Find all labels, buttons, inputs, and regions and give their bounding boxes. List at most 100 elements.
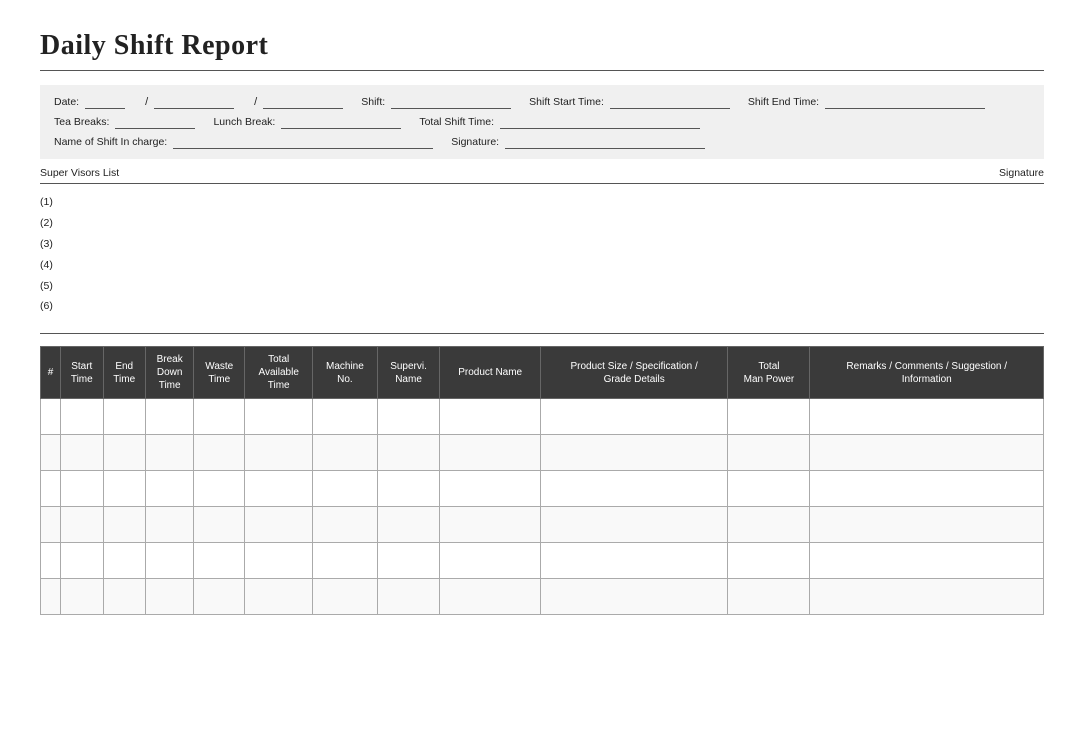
cell-product-size[interactable] xyxy=(540,579,728,615)
lunch-break-label: Lunch Break: xyxy=(213,116,275,128)
cell-machine-no[interactable] xyxy=(313,435,377,471)
info-row-2: Tea Breaks: Lunch Break: Total Shift Tim… xyxy=(54,115,1030,129)
cell-remarks[interactable] xyxy=(810,399,1044,435)
col-supervi-name: Supervi.Name xyxy=(377,347,440,399)
cell-num[interactable] xyxy=(41,507,61,543)
cell-total-man-power[interactable] xyxy=(728,435,810,471)
cell-machine-no[interactable] xyxy=(313,579,377,615)
cell-breakdown-time[interactable] xyxy=(145,507,193,543)
cell-product-size[interactable] xyxy=(540,471,728,507)
cell-total-available-time[interactable] xyxy=(245,471,313,507)
cell-start-time[interactable] xyxy=(61,507,103,543)
tea-breaks-field[interactable] xyxy=(115,115,195,129)
cell-machine-no[interactable] xyxy=(313,543,377,579)
cell-product-name[interactable] xyxy=(440,543,540,579)
cell-end-time[interactable] xyxy=(103,471,145,507)
cell-total-man-power[interactable] xyxy=(728,399,810,435)
cell-total-available-time[interactable] xyxy=(245,399,313,435)
cell-end-time[interactable] xyxy=(103,435,145,471)
info-row-1: Date: / / Shift: Shift Start Time: Shift… xyxy=(54,95,1030,109)
cell-waste-time[interactable] xyxy=(194,435,245,471)
cell-breakdown-time[interactable] xyxy=(145,399,193,435)
cell-supervi-name[interactable] xyxy=(377,507,440,543)
cell-product-name[interactable] xyxy=(440,579,540,615)
cell-total-available-time[interactable] xyxy=(245,579,313,615)
date-field-year[interactable] xyxy=(263,95,343,109)
cell-supervi-name[interactable] xyxy=(377,435,440,471)
cell-total-available-time[interactable] xyxy=(245,543,313,579)
cell-product-size[interactable] xyxy=(540,435,728,471)
cell-product-name[interactable] xyxy=(440,399,540,435)
cell-num[interactable] xyxy=(41,471,61,507)
cell-total-available-time[interactable] xyxy=(245,435,313,471)
total-shift-field[interactable] xyxy=(500,115,700,129)
cell-machine-no[interactable] xyxy=(313,471,377,507)
info-section: Date: / / Shift: Shift Start Time: Shift… xyxy=(40,85,1044,159)
cell-breakdown-time[interactable] xyxy=(145,435,193,471)
cell-product-name[interactable] xyxy=(440,507,540,543)
cell-remarks[interactable] xyxy=(810,543,1044,579)
supervisor-item-4: (4) xyxy=(40,255,1044,276)
lunch-break-field[interactable] xyxy=(281,115,401,129)
cell-product-name[interactable] xyxy=(440,435,540,471)
supervisors-header: Super Visors List Signature xyxy=(40,163,1044,184)
shift-field[interactable] xyxy=(391,95,511,109)
cell-machine-no[interactable] xyxy=(313,399,377,435)
cell-start-time[interactable] xyxy=(61,579,103,615)
date-field-month[interactable] xyxy=(154,95,234,109)
cell-waste-time[interactable] xyxy=(194,543,245,579)
cell-remarks[interactable] xyxy=(810,507,1044,543)
cell-num[interactable] xyxy=(41,435,61,471)
col-product-size: Product Size / Specification /Grade Deta… xyxy=(540,347,728,399)
table-row xyxy=(41,435,1044,471)
cell-start-time[interactable] xyxy=(61,435,103,471)
cell-remarks[interactable] xyxy=(810,435,1044,471)
cell-waste-time[interactable] xyxy=(194,579,245,615)
date-field-day[interactable] xyxy=(85,95,125,109)
cell-total-man-power[interactable] xyxy=(728,579,810,615)
cell-supervi-name[interactable] xyxy=(377,543,440,579)
cell-supervi-name[interactable] xyxy=(377,471,440,507)
cell-end-time[interactable] xyxy=(103,579,145,615)
cell-waste-time[interactable] xyxy=(194,471,245,507)
shift-end-field[interactable] xyxy=(825,95,985,109)
supervisor-item-5: (5) xyxy=(40,276,1044,297)
date-sep-1: / xyxy=(145,96,148,108)
cell-start-time[interactable] xyxy=(61,471,103,507)
cell-end-time[interactable] xyxy=(103,399,145,435)
cell-supervi-name[interactable] xyxy=(377,399,440,435)
name-field[interactable] xyxy=(173,135,433,149)
cell-breakdown-time[interactable] xyxy=(145,471,193,507)
table-row xyxy=(41,471,1044,507)
cell-breakdown-time[interactable] xyxy=(145,579,193,615)
cell-product-size[interactable] xyxy=(540,399,728,435)
cell-product-size[interactable] xyxy=(540,543,728,579)
cell-product-name[interactable] xyxy=(440,471,540,507)
cell-total-available-time[interactable] xyxy=(245,507,313,543)
cell-waste-time[interactable] xyxy=(194,507,245,543)
cell-total-man-power[interactable] xyxy=(728,543,810,579)
cell-machine-no[interactable] xyxy=(313,507,377,543)
cell-start-time[interactable] xyxy=(61,543,103,579)
cell-waste-time[interactable] xyxy=(194,399,245,435)
cell-remarks[interactable] xyxy=(810,471,1044,507)
cell-breakdown-time[interactable] xyxy=(145,543,193,579)
cell-remarks[interactable] xyxy=(810,579,1044,615)
cell-num[interactable] xyxy=(41,579,61,615)
shift-label: Shift: xyxy=(361,96,385,108)
cell-total-man-power[interactable] xyxy=(728,471,810,507)
page-title: Daily Shift Report xyxy=(40,30,1044,62)
col-total-man-power: TotalMan Power xyxy=(728,347,810,399)
cell-end-time[interactable] xyxy=(103,507,145,543)
cell-product-size[interactable] xyxy=(540,507,728,543)
tea-breaks-label: Tea Breaks: xyxy=(54,116,109,128)
cell-num[interactable] xyxy=(41,399,61,435)
cell-supervi-name[interactable] xyxy=(377,579,440,615)
shift-start-field[interactable] xyxy=(610,95,730,109)
col-machine-no: MachineNo. xyxy=(313,347,377,399)
cell-total-man-power[interactable] xyxy=(728,507,810,543)
signature-field[interactable] xyxy=(505,135,705,149)
cell-start-time[interactable] xyxy=(61,399,103,435)
cell-end-time[interactable] xyxy=(103,543,145,579)
cell-num[interactable] xyxy=(41,543,61,579)
